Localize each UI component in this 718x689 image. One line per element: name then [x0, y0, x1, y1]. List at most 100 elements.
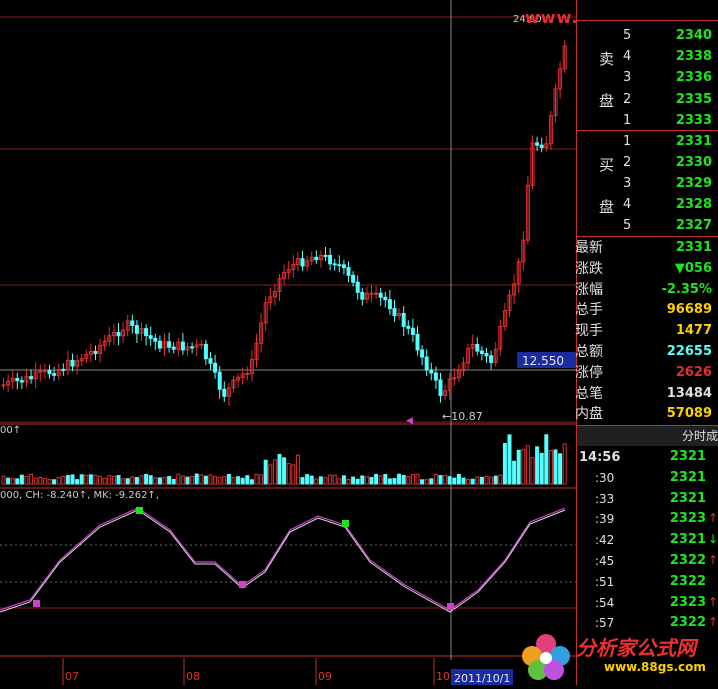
divider	[577, 236, 718, 237]
buy-level-price: 2328	[675, 197, 712, 212]
volume-bar	[374, 473, 379, 485]
candle-body	[314, 256, 319, 261]
candle-body	[489, 355, 494, 363]
volume-bar	[461, 477, 466, 485]
candle-body	[61, 368, 66, 371]
quote-value: 57089	[666, 406, 712, 422]
tick-arrow: ↑	[707, 594, 718, 609]
volume-bar	[203, 475, 208, 485]
volume-bar	[447, 476, 452, 485]
candle-body	[484, 352, 489, 357]
quote-value: ▼056	[674, 260, 712, 276]
candle-body	[70, 359, 75, 367]
flower-logo-icon	[522, 634, 570, 680]
candle-body	[47, 369, 52, 375]
volume-bar	[88, 474, 93, 485]
quote-row: 内盘 57089	[575, 404, 718, 425]
quote-value: 2331	[675, 240, 712, 255]
candle-body	[392, 308, 397, 317]
volume-bar	[185, 476, 190, 485]
volume-bar	[236, 476, 241, 485]
quote-row: 最新 2331	[575, 238, 718, 259]
sell-level-row: 5 2340	[577, 26, 718, 47]
tick-time: :42	[595, 533, 615, 548]
candle-body	[245, 373, 250, 376]
quote-row: 涨停 2626	[575, 363, 718, 384]
tick-row: :51 2322	[577, 571, 718, 592]
buy-level-price: 2330	[675, 155, 712, 170]
buy-level-price: 2331	[675, 134, 712, 149]
quote-label: 总额	[575, 344, 603, 360]
candle-body	[93, 350, 98, 354]
buy-level-number: 1	[623, 134, 632, 149]
volume-bar	[240, 477, 245, 485]
buy-level-number: 2	[623, 155, 632, 170]
volume-bar	[116, 475, 121, 485]
candle-body	[374, 292, 379, 295]
volume-bar	[70, 474, 75, 485]
sell-level-number: 5	[623, 28, 632, 43]
candle-body	[15, 377, 20, 382]
sell-level-row: 1 2333	[577, 111, 718, 132]
divider	[577, 20, 718, 21]
volume-bar	[493, 475, 498, 485]
volume-bar	[226, 473, 231, 485]
sell-level-price: 2336	[675, 70, 712, 86]
divider	[577, 130, 718, 131]
volume-bar	[19, 474, 24, 485]
tick-time: :54	[595, 595, 615, 610]
candle-body	[429, 369, 434, 374]
volume-bar	[277, 453, 282, 485]
volume-bar	[167, 476, 172, 485]
signal-marker	[342, 520, 349, 527]
month-label: 08	[186, 670, 200, 683]
quote-label: 涨跌	[575, 260, 603, 277]
tick-price: 2322	[669, 553, 706, 568]
sell-level-number: 1	[623, 112, 632, 128]
candle-body	[116, 331, 121, 337]
kline-chart[interactable]: 12.550 ←10.87 ◀ 00↑ 000, CH: -8.240↑, MK: -9…	[0, 0, 576, 685]
candle-body	[1, 384, 6, 387]
volume-bar	[355, 478, 360, 485]
quote-row: 总额 22655	[575, 342, 718, 363]
buy-level-price: 2327	[675, 218, 712, 233]
volume-bar	[470, 478, 475, 485]
quote-label: 涨停	[575, 364, 603, 381]
quote-panel: 5 2340 4 2338 3 2336 2 2335 1 2333 卖盘 1 2331 2 2330 3 23…	[575, 0, 718, 685]
candle-body	[190, 346, 195, 349]
volume-bar	[401, 475, 406, 485]
logo-text: 分析家公式网	[576, 636, 696, 660]
quote-value: 22655	[666, 344, 712, 359]
signal-marker	[447, 603, 454, 610]
quote-label: 现手	[575, 323, 603, 340]
tick-time: :30	[595, 470, 615, 485]
candle-body	[144, 328, 149, 337]
volume-bar	[535, 446, 540, 485]
candle-body	[410, 327, 415, 335]
candle-body	[222, 388, 227, 397]
volume-bar	[392, 478, 397, 485]
candle-body	[130, 320, 135, 326]
volume-bar	[282, 457, 287, 485]
quote-value: 1477	[675, 323, 712, 339]
volume-bar	[305, 474, 310, 485]
volume-bar	[558, 453, 563, 485]
volume-bar	[516, 449, 521, 485]
candle-body	[360, 291, 365, 300]
quote-value: 2626	[675, 364, 712, 380]
volume-bar	[171, 479, 176, 485]
tick-price: 2321	[669, 449, 706, 464]
tick-row: :45 2322 ↑	[577, 550, 718, 571]
volume-bar	[429, 478, 434, 485]
candle-body	[415, 333, 420, 351]
buy-level-number: 5	[623, 218, 632, 233]
quote-label: 涨幅	[575, 281, 603, 298]
volume-bar	[553, 449, 558, 485]
quote-row: 现手 1477	[575, 321, 718, 342]
low-price-label: ←10.87	[442, 410, 483, 423]
ticks-header: 分时成	[577, 426, 718, 446]
tick-price: 2321	[669, 490, 706, 506]
volume-bar	[318, 476, 323, 485]
low-marker-icon: ◀	[406, 416, 413, 426]
volume-bar	[65, 475, 70, 485]
